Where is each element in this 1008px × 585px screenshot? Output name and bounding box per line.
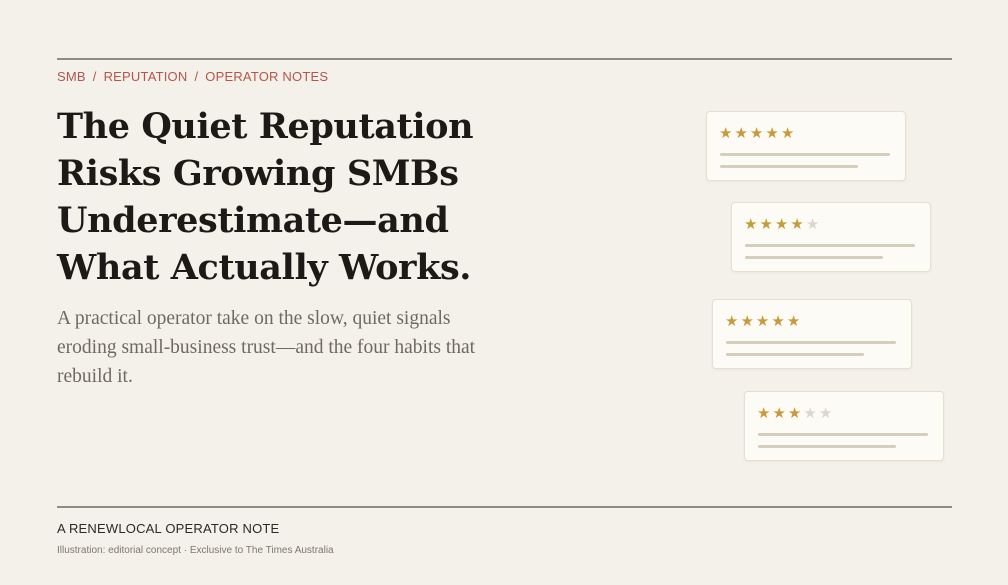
star-icon: ★ (772, 404, 788, 422)
star-icon: ★ (744, 215, 760, 233)
breadcrumb: SMB / REPUTATION / OPERATOR NOTES (57, 69, 328, 84)
top-rule (57, 58, 952, 60)
text-placeholder-line (720, 153, 890, 156)
breadcrumb-separator: / (92, 69, 97, 84)
star-icon: ★ (818, 404, 835, 422)
star-icon: ★ (787, 404, 804, 422)
headline-line: Risks Growing SMBs (57, 153, 459, 194)
text-placeholder-line (758, 433, 928, 436)
text-placeholder-line (726, 353, 864, 356)
star-icon: ★ (725, 312, 741, 330)
star-icon: ★ (803, 404, 819, 422)
star-rating: ★★★★★ (725, 313, 802, 329)
star-icon: ★ (790, 215, 806, 233)
footer-label: A RENEWLOCAL OPERATOR NOTE (57, 521, 280, 536)
review-card: ★★★★★ (744, 391, 944, 461)
star-icon: ★ (759, 215, 775, 233)
star-icon: ★ (780, 124, 797, 142)
standfirst-line: A practical operator take on the slow, q… (57, 308, 451, 329)
star-icon: ★ (771, 312, 787, 330)
headline-line: Underestimate—and (57, 200, 449, 241)
review-card: ★★★★★ (706, 111, 906, 181)
star-icon: ★ (774, 215, 791, 233)
breadcrumb-item-reputation[interactable]: REPUTATION (104, 69, 188, 84)
star-icon: ★ (755, 312, 772, 330)
review-card: ★★★★★ (712, 299, 912, 369)
standfirst: A practical operator take on the slow, q… (57, 304, 577, 391)
star-icon: ★ (719, 124, 735, 142)
star-icon: ★ (749, 124, 766, 142)
star-rating: ★★★★★ (744, 216, 821, 232)
star-icon: ★ (786, 312, 803, 330)
standfirst-line: eroding small-business trust—and the fou… (57, 337, 476, 358)
star-icon: ★ (734, 124, 750, 142)
text-placeholder-line (745, 244, 915, 247)
star-icon: ★ (757, 404, 773, 422)
breadcrumb-item-smb[interactable]: SMB (57, 69, 86, 84)
text-placeholder-line (726, 341, 896, 344)
star-icon: ★ (805, 215, 822, 233)
text-placeholder-line (745, 256, 883, 259)
star-icon: ★ (765, 124, 781, 142)
bottom-rule (57, 506, 952, 508)
breadcrumb-item-operator-notes[interactable]: OPERATOR NOTES (205, 69, 328, 84)
star-rating: ★★★★★ (757, 405, 834, 421)
review-card: ★★★★★ (731, 202, 931, 272)
illustration-credit: Illustration: editorial concept · Exclus… (57, 545, 334, 556)
star-icon: ★ (740, 312, 756, 330)
text-placeholder-line (720, 165, 858, 168)
headline-line: The Quiet Reputation (57, 106, 474, 147)
star-rating: ★★★★★ (719, 125, 796, 141)
standfirst-line: rebuild it. (57, 366, 133, 387)
text-placeholder-line (758, 445, 896, 448)
headline-line: What Actually Works. (57, 247, 472, 288)
breadcrumb-separator: / (194, 69, 199, 84)
page-title: The Quiet Reputation Risks Growing SMBs … (57, 103, 657, 291)
